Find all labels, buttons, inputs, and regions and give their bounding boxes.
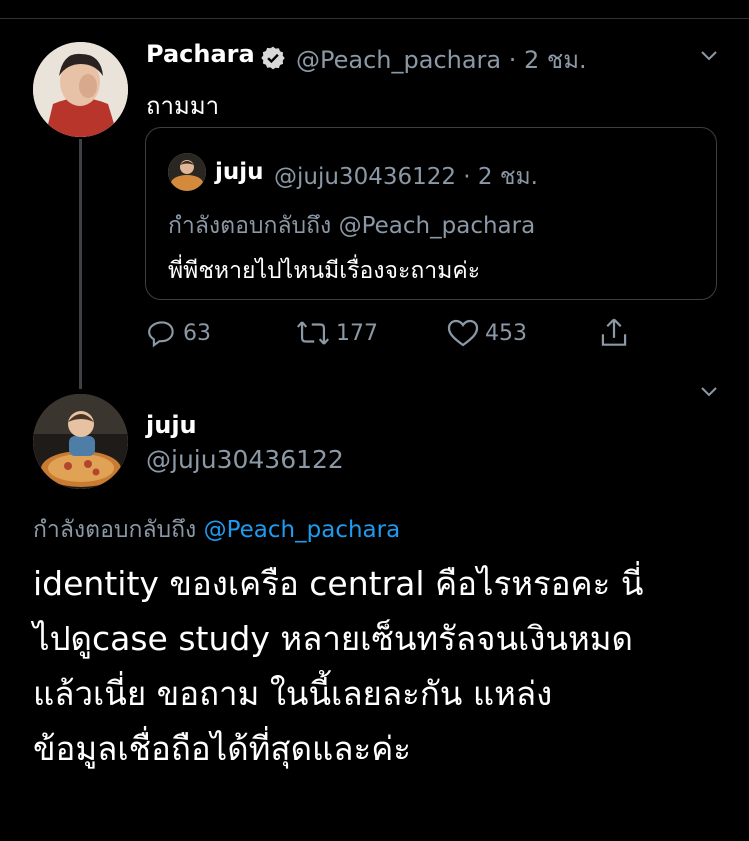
retweet-icon — [296, 321, 330, 345]
quoted-reply-context: กำลังตอบกลับถึง @Peach_pachara — [168, 208, 535, 244]
tweet-text: ถามมา — [146, 92, 220, 120]
quoted-tweet-text: พี่พีชหายไปไหนมีเรื่องจะถามค่ะ — [168, 258, 481, 284]
tweet-line: ไปดูcase study หลายเซ็นทรัลจนเงินหมด — [33, 619, 633, 658]
heart-icon — [447, 319, 479, 347]
retweet-button[interactable]: 177 — [296, 316, 378, 350]
reply-button[interactable]: 63 — [147, 316, 211, 350]
reply-mention[interactable]: @Peach_pachara — [339, 213, 536, 239]
quoted-author-name[interactable]: juju — [215, 159, 264, 185]
author-name[interactable]: juju — [146, 411, 197, 439]
thread-line — [79, 139, 82, 389]
quoted-author-handle-time[interactable]: @juju30436122 · 2 ชม. — [274, 159, 538, 195]
chevron-down-icon[interactable] — [700, 47, 718, 65]
reply-mention[interactable]: @Peach_pachara — [204, 517, 401, 543]
tweet-body: identity ของเครือ central คือไรหรอคะ นี่… — [33, 556, 643, 776]
author-handle-time[interactable]: @Peach_pachara · 2 ชม. — [296, 40, 587, 79]
tweet-line: identity ของเครือ central คือไรหรอคะ นี่ — [33, 564, 644, 603]
reply-icon — [148, 321, 174, 348]
verified-badge-icon — [261, 46, 285, 70]
top-divider — [0, 18, 749, 19]
like-count: 453 — [485, 320, 527, 346]
author-handle[interactable]: @juju30436122 — [146, 445, 344, 474]
share-button[interactable] — [599, 316, 629, 350]
reply-count: 63 — [183, 320, 211, 346]
quoted-avatar[interactable] — [168, 153, 206, 191]
reply-prefix: กำลังตอบกลับถึง — [33, 517, 197, 543]
retweet-count: 177 — [336, 320, 378, 346]
chevron-down-icon[interactable] — [700, 383, 718, 401]
author-name[interactable]: Pachara — [146, 40, 255, 68]
avatar-pachara[interactable] — [33, 42, 128, 137]
reply-context: กำลังตอบกลับถึง @Peach_pachara — [33, 512, 400, 548]
share-icon — [601, 318, 627, 346]
like-button[interactable]: 453 — [447, 316, 527, 350]
avatar-juju[interactable] — [33, 394, 128, 489]
reply-prefix: กำลังตอบกลับถึง — [168, 213, 332, 239]
tweet-line: ข้อมูลเชื่อถือได้ที่สุดและค่ะ — [33, 729, 412, 768]
tweet-line: แล้วเนี่ย ขอถาม ในนี้เลยละกัน แหล่ง — [33, 674, 553, 713]
